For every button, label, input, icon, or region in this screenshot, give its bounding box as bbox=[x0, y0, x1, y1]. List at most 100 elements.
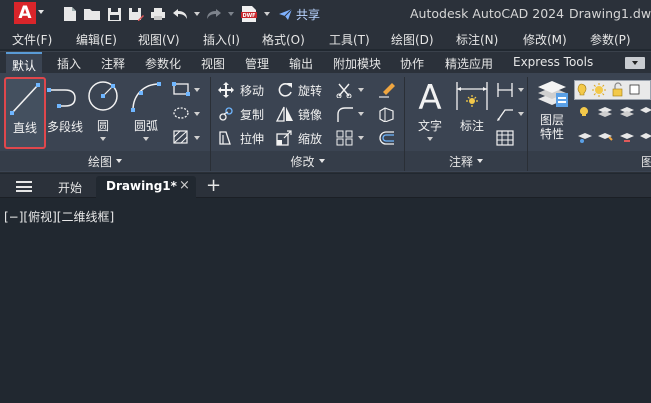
menu-icon bbox=[16, 185, 32, 188]
undo-dropdown-button[interactable] bbox=[192, 4, 202, 24]
chevron-down-icon bbox=[518, 112, 524, 116]
share-label: 共享 bbox=[296, 7, 321, 22]
menu-draw[interactable]: 绘图(D) bbox=[391, 31, 434, 48]
fillet-button[interactable] bbox=[336, 106, 366, 124]
polyline-label: 多段线 bbox=[46, 120, 83, 134]
share-button[interactable]: 共享 bbox=[278, 6, 320, 23]
tab-start[interactable]: 开始 bbox=[58, 179, 82, 196]
close-icon[interactable]: × bbox=[179, 178, 190, 193]
explode-button[interactable] bbox=[378, 106, 398, 124]
rectangle-tool-button[interactable] bbox=[172, 82, 204, 98]
undo-button[interactable] bbox=[170, 4, 190, 24]
new-file-icon bbox=[64, 7, 76, 21]
customize-qat-button[interactable] bbox=[262, 4, 272, 24]
layers-panel-title[interactable]: 图 bbox=[528, 151, 651, 171]
annotation-panel-title[interactable]: 注释 bbox=[405, 151, 527, 171]
erase-button[interactable] bbox=[378, 82, 398, 100]
scale-button[interactable]: 缩放 bbox=[276, 130, 328, 148]
menu-dimension[interactable]: 标注(N) bbox=[456, 31, 498, 48]
undo-icon bbox=[173, 9, 187, 19]
array-button[interactable] bbox=[336, 130, 366, 148]
scale-label: 缩放 bbox=[298, 132, 323, 146]
copy-label: 复制 bbox=[240, 108, 265, 122]
plot-button[interactable] bbox=[148, 4, 168, 24]
layer-properties-button[interactable]: 图层 特性 bbox=[532, 79, 572, 141]
tab-manage[interactable]: 管理 bbox=[245, 55, 269, 72]
new-file-button[interactable] bbox=[60, 4, 80, 24]
tab-annotate[interactable]: 注释 bbox=[101, 55, 125, 72]
annotation-panel-label: 注释 bbox=[448, 154, 473, 169]
arc-label: 圆弧 bbox=[133, 119, 158, 133]
hatch-icon bbox=[173, 130, 188, 144]
tab-addins[interactable]: 附加模块 bbox=[333, 55, 381, 72]
tab-drawing1[interactable]: Drawing1* × bbox=[96, 176, 196, 198]
move-icon bbox=[218, 82, 234, 98]
circle-tool-button[interactable]: 圆 bbox=[85, 79, 121, 141]
save-as-button[interactable] bbox=[126, 4, 146, 24]
menu-file[interactable]: 文件(F) bbox=[12, 31, 52, 48]
application-menu-button[interactable]: A bbox=[8, 2, 44, 26]
move-button[interactable]: 移动 bbox=[218, 82, 270, 100]
copy-button[interactable]: 复制 bbox=[218, 106, 270, 124]
document-tab-bar: 开始 Drawing1* × + bbox=[0, 174, 651, 198]
rotate-button[interactable]: 旋转 bbox=[276, 82, 328, 100]
tab-express-tools[interactable]: Express Tools bbox=[513, 55, 593, 69]
layer-tools-row-1[interactable] bbox=[576, 104, 651, 122]
rectangle-icon bbox=[172, 82, 190, 96]
publish-dwf-button[interactable]: DWF bbox=[238, 4, 260, 24]
open-file-button[interactable] bbox=[82, 4, 102, 24]
offset-button[interactable] bbox=[378, 130, 398, 148]
tab-view[interactable]: 视图 bbox=[201, 55, 225, 72]
title-bar: A DWF 共享 Autodesk AutoCAD 2024 Drawing1.… bbox=[0, 0, 651, 28]
redo-dropdown-button[interactable] bbox=[226, 4, 236, 24]
dimension-tool-button[interactable]: 标注 bbox=[452, 79, 492, 134]
table-button[interactable] bbox=[496, 130, 516, 148]
text-label: 文字 bbox=[417, 119, 442, 133]
menu-format[interactable]: 格式(O) bbox=[262, 31, 305, 48]
ribbon-options-button[interactable] bbox=[625, 57, 645, 69]
chevron-down-icon bbox=[194, 88, 200, 92]
linear-dim-button[interactable] bbox=[496, 82, 526, 100]
polyline-tool-button[interactable]: 多段线 bbox=[46, 80, 84, 135]
tab-parametric[interactable]: 参数化 bbox=[145, 55, 181, 72]
arc-tool-button[interactable]: 圆弧 bbox=[126, 79, 166, 141]
draw-panel-title[interactable]: 绘图 bbox=[0, 151, 210, 171]
text-tool-button[interactable]: A 文字 bbox=[412, 79, 448, 141]
save-as-icon bbox=[129, 7, 144, 21]
viewport-controls[interactable]: [−][俯视][二维线框] bbox=[4, 208, 114, 225]
line-tool-button[interactable]: 直线 bbox=[4, 77, 46, 149]
chevron-down-icon bbox=[194, 112, 200, 116]
tab-insert[interactable]: 插入 bbox=[57, 55, 81, 72]
mirror-button[interactable]: 镜像 bbox=[276, 106, 328, 124]
file-tabs-menu-button[interactable] bbox=[16, 181, 32, 192]
new-tab-plus-icon[interactable]: + bbox=[206, 175, 221, 196]
redo-button[interactable] bbox=[204, 4, 224, 24]
menu-view[interactable]: 视图(V) bbox=[138, 31, 180, 48]
menu-edit[interactable]: 编辑(E) bbox=[76, 31, 117, 48]
modify-panel-title[interactable]: 修改 bbox=[211, 151, 404, 171]
save-icon bbox=[107, 7, 121, 21]
menu-tools[interactable]: 工具(T) bbox=[329, 31, 370, 48]
tab-default[interactable]: 默认 bbox=[6, 52, 43, 74]
tab-collaborate[interactable]: 协作 bbox=[400, 55, 424, 72]
menu-insert[interactable]: 插入(I) bbox=[203, 31, 240, 48]
layer-dropdown[interactable] bbox=[574, 80, 651, 100]
scale-icon bbox=[276, 130, 292, 146]
leader-button[interactable] bbox=[496, 106, 526, 124]
gradient-tool-button[interactable] bbox=[172, 130, 204, 146]
trim-button[interactable] bbox=[336, 82, 366, 100]
hatch-tool-button[interactable] bbox=[172, 106, 204, 122]
draw-panel-label: 绘图 bbox=[87, 154, 112, 169]
chevron-down-icon bbox=[116, 159, 122, 163]
save-button[interactable] bbox=[104, 4, 124, 24]
fillet-icon bbox=[337, 107, 353, 122]
tab-featured-apps[interactable]: 精选应用 bbox=[445, 55, 493, 72]
menu-parametric[interactable]: 参数(P) bbox=[590, 31, 631, 48]
line-icon bbox=[10, 83, 40, 115]
drawing-area[interactable] bbox=[0, 199, 651, 403]
chevron-down-icon bbox=[427, 137, 433, 141]
stretch-button[interactable]: 拉伸 bbox=[218, 130, 270, 148]
menu-modify[interactable]: 修改(M) bbox=[523, 31, 567, 48]
layer-tools-row-2[interactable] bbox=[576, 128, 651, 146]
tab-output[interactable]: 输出 bbox=[289, 55, 313, 72]
